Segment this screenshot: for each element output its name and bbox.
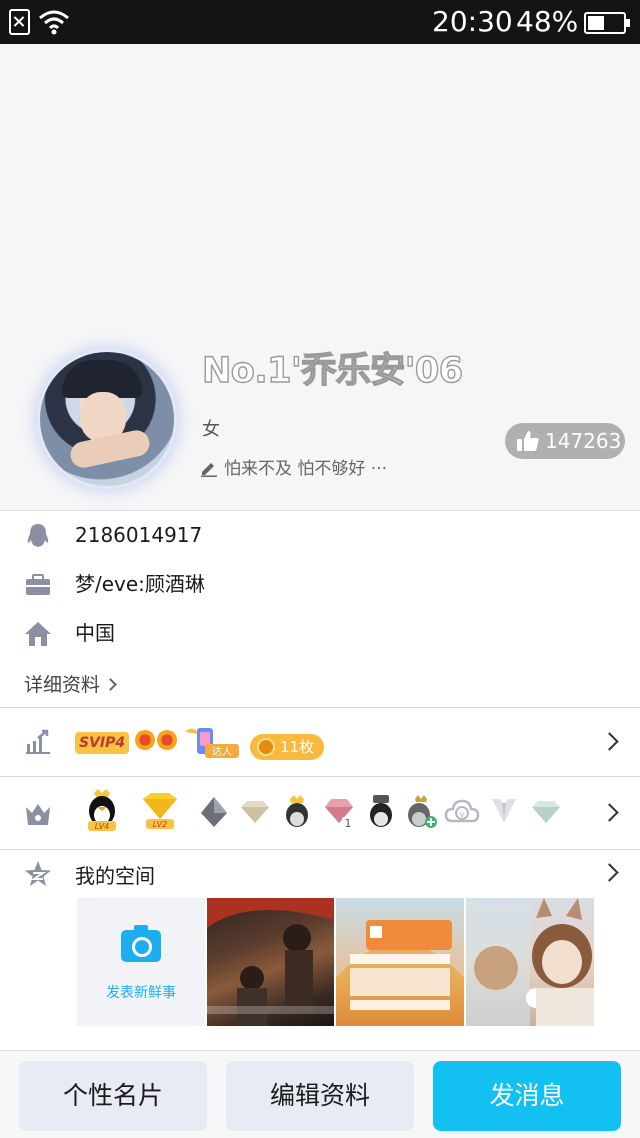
- talent-label: 达人: [212, 746, 232, 758]
- edit-profile-button[interactable]: 编辑资料: [226, 1061, 414, 1131]
- dark-gem-icon: [201, 797, 227, 827]
- clock: 20:30: [432, 5, 513, 38]
- sun-icon: [135, 730, 155, 750]
- tie-icon: [492, 799, 516, 823]
- space-title[interactable]: 我的空间: [75, 860, 155, 889]
- talent-badge-icon: 达人: [185, 728, 239, 758]
- chevron-right-icon: [600, 803, 619, 822]
- no-sim-icon: [9, 9, 30, 35]
- bottom-action-bar: 个性名片 编辑资料 发消息: [0, 1050, 640, 1138]
- space-photo[interactable]: [466, 898, 594, 1026]
- signature-text: 怕来不及 怕不够好 ···: [224, 459, 388, 479]
- location: 中国: [75, 621, 115, 645]
- qq-number: 2186014917: [75, 523, 203, 547]
- profile-card-button[interactable]: 个性名片: [19, 1061, 207, 1131]
- status-bar: 20:30 48%: [0, 0, 640, 44]
- pencil-icon: [201, 463, 217, 477]
- chevron-right-icon: [600, 732, 619, 751]
- company: 梦/eve:顾酒琳: [75, 572, 205, 596]
- wifi-icon: [39, 10, 69, 35]
- space-photo[interactable]: [207, 898, 334, 1026]
- vip-row[interactable]: SVIP4 达人 11枚: [0, 708, 640, 776]
- company-row: 梦/eve:顾酒琳: [0, 561, 640, 607]
- battery-icon: [584, 12, 630, 34]
- post-new-label: 发表新鲜事: [106, 985, 176, 1001]
- divider: [0, 510, 640, 511]
- qq-number-row: 2186014917: [0, 512, 640, 558]
- sun-icon: [157, 730, 177, 750]
- v-cloud-icon: v: [444, 799, 480, 823]
- svg-text:1: 1: [345, 817, 352, 830]
- location-row: 中国: [0, 610, 640, 656]
- avatar[interactable]: [40, 352, 174, 486]
- camera-icon: [121, 925, 161, 962]
- medal-count: 11枚: [280, 738, 315, 756]
- chevron-right-icon[interactable]: [600, 863, 619, 882]
- profile-page: 20:30 48% No.1'乔乐安'06 女 怕来不及 怕不够好 ··· 14…: [0, 0, 640, 1138]
- svg-text:LV2: LV2: [153, 820, 167, 829]
- battery-percent: 48%: [516, 5, 579, 38]
- pink-gem-icon: 1: [325, 799, 354, 830]
- penguin-icon: [27, 524, 49, 547]
- space-photo[interactable]: [336, 898, 464, 1026]
- space-star-icon: [25, 861, 51, 886]
- gender: 女: [202, 419, 220, 440]
- post-new-button[interactable]: 发表新鲜事: [77, 898, 205, 1026]
- crystal-diamond-icon: [532, 801, 560, 823]
- nickname: No.1'乔乐安'06: [201, 350, 464, 391]
- level-up-icon: [26, 729, 50, 754]
- svip-badge: SVIP4: [75, 732, 130, 754]
- thumbs-up-icon: [517, 431, 539, 451]
- like-count: 147263: [545, 429, 622, 453]
- crown-penguin-icon: [286, 795, 308, 827]
- light-diamond-icon: [241, 801, 269, 823]
- lv2-diamond-icon: LV2: [143, 793, 177, 829]
- medal-count-badge: 11枚: [250, 734, 325, 760]
- hat-penguin-icon: [370, 795, 392, 827]
- like-button[interactable]: 147263: [505, 423, 625, 459]
- plus-penguin-icon: [408, 795, 437, 828]
- crown-icon: [26, 804, 50, 825]
- medal-coin-icon: [257, 738, 275, 756]
- svg-text:v: v: [459, 810, 465, 820]
- signature[interactable]: 怕来不及 怕不够好 ···: [200, 454, 387, 479]
- detail-info-link[interactable]: 详细资料: [24, 670, 117, 697]
- chevron-right-icon: [104, 678, 117, 691]
- badge-row[interactable]: LV4 LV2 1 v: [0, 777, 640, 849]
- svg-text:LV4: LV4: [95, 822, 109, 831]
- home-icon: [25, 622, 51, 646]
- lv4-penguin-icon: LV4: [88, 789, 116, 831]
- detail-info-label: 详细资料: [24, 674, 101, 696]
- briefcase-icon: [26, 574, 50, 595]
- send-message-button[interactable]: 发消息: [433, 1061, 621, 1131]
- divider: [0, 849, 640, 850]
